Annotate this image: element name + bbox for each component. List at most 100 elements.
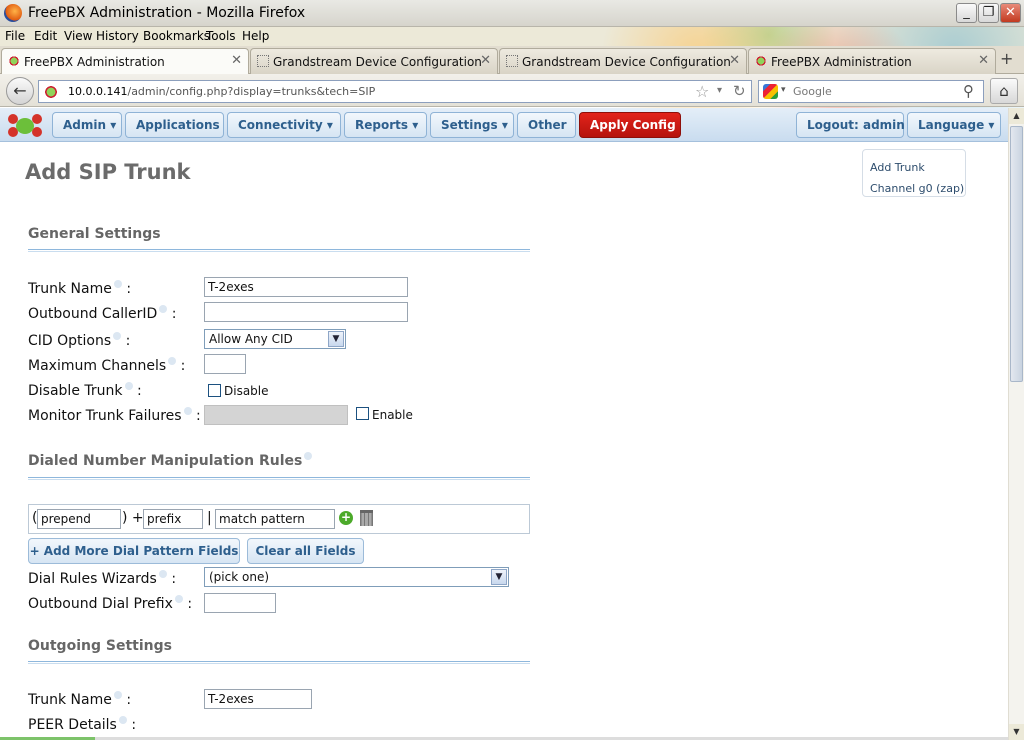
maximize-button[interactable]: ❐	[978, 3, 999, 23]
enable-checkbox-label[interactable]: Enable	[372, 408, 413, 422]
outbound-callerid-input[interactable]	[204, 302, 408, 322]
scroll-up-icon[interactable]: ▲	[1009, 108, 1024, 124]
menu-bar: File Edit View History Bookmarks Tools H…	[0, 27, 1024, 46]
close-tab-icon[interactable]: ✕	[729, 53, 740, 68]
help-icon[interactable]	[183, 407, 192, 415]
search-icon[interactable]: ⚲	[963, 82, 974, 100]
clear-all-fields-button[interactable]: Clear all Fields	[247, 538, 364, 564]
menu-file[interactable]: File	[5, 29, 25, 43]
dial-pattern-row: ( prepend ) + prefix | match pattern +	[28, 504, 530, 534]
monitor-trunk-failures-label: Monitor Trunk Failures :	[28, 407, 201, 424]
scroll-down-icon[interactable]: ▼	[1009, 724, 1024, 740]
help-icon[interactable]	[159, 305, 168, 313]
freepbx-favicon-icon	[8, 55, 20, 67]
help-icon[interactable]	[113, 691, 122, 699]
freepbx-navbar: Admin ▾ Applications Connectivity ▾ Repo…	[0, 108, 1008, 142]
nav-admin[interactable]: Admin ▾	[52, 112, 122, 138]
apply-config-button[interactable]: Apply Config	[579, 112, 681, 138]
enable-monitor-checkbox[interactable]	[356, 407, 369, 420]
help-icon[interactable]	[304, 452, 313, 460]
tab-freepbx-2[interactable]: FreePBX Administration ✕	[748, 48, 996, 74]
cid-options-select[interactable]: Allow Any CID ▼	[204, 329, 346, 349]
minimize-button[interactable]: _	[956, 3, 977, 23]
nav-other[interactable]: Other	[517, 112, 576, 138]
tab-freepbx-1[interactable]: FreePBX Administration ✕	[1, 48, 249, 75]
tab-grandstream-1[interactable]: Grandstream Device Configuration ✕	[250, 48, 498, 74]
trash-icon[interactable]	[360, 510, 373, 526]
nav-applications[interactable]: Applications	[125, 112, 224, 138]
menu-help[interactable]: Help	[242, 29, 269, 43]
search-box[interactable]: ▾ Google ⚲	[758, 80, 984, 103]
address-bar[interactable]: 10.0.0.141/admin/config.php?display=trun…	[38, 80, 752, 103]
disable-trunk-label: Disable Trunk :	[28, 382, 142, 399]
prepend-input[interactable]: prepend	[37, 509, 121, 529]
tab-grandstream-2[interactable]: Grandstream Device Configuration ✕	[499, 48, 747, 74]
sidebar-item-add-trunk[interactable]: Add Trunk	[870, 161, 925, 174]
trunk-name-label: Trunk Name :	[28, 280, 132, 297]
nav-reports[interactable]: Reports ▾	[344, 112, 427, 138]
nav-language[interactable]: Language ▾	[907, 112, 1001, 138]
add-row-icon[interactable]: +	[339, 511, 353, 525]
navigation-toolbar: ← 10.0.0.141/admin/config.php?display=tr…	[0, 74, 1024, 107]
peer-details-label: PEER Details :	[28, 716, 137, 733]
help-icon[interactable]	[113, 332, 122, 340]
match-pattern-input[interactable]: match pattern	[215, 509, 335, 529]
google-engine-icon[interactable]	[763, 84, 778, 99]
close-tab-icon[interactable]: ✕	[480, 53, 491, 68]
reload-icon[interactable]: ↻	[733, 82, 746, 100]
close-tab-icon[interactable]: ✕	[978, 53, 989, 68]
menu-bookmarks[interactable]: Bookmarks	[143, 29, 210, 43]
help-icon[interactable]	[158, 570, 167, 578]
bookmark-star-icon[interactable]: ☆	[695, 82, 709, 101]
menu-history[interactable]: History	[96, 29, 139, 43]
tab-bar: FreePBX Administration ✕ Grandstream Dev…	[0, 46, 1024, 75]
close-window-button[interactable]: ✕	[1000, 3, 1021, 23]
page-content: Add SIP Trunk Add Trunk Channel g0 (zap)…	[0, 143, 1008, 740]
freepbx-logo[interactable]	[6, 112, 44, 138]
nav-settings[interactable]: Settings ▾	[430, 112, 514, 138]
back-button[interactable]: ←	[6, 77, 34, 105]
page-scrollbar[interactable]: ▲ ▼	[1008, 108, 1024, 740]
logout-button[interactable]: Logout: admin	[796, 112, 905, 138]
disable-trunk-checkbox[interactable]	[208, 384, 221, 397]
outgoing-trunk-name-input[interactable]: T-2exes	[204, 689, 312, 709]
menu-tools[interactable]: Tools	[206, 29, 236, 43]
chevron-down-icon[interactable]: ▼	[491, 569, 507, 585]
disable-checkbox-label[interactable]: Disable	[224, 384, 269, 398]
help-icon[interactable]	[118, 716, 127, 724]
maximum-channels-input[interactable]	[204, 354, 246, 374]
prefix-input[interactable]: prefix	[143, 509, 203, 529]
blank-page-icon	[506, 55, 518, 67]
menu-view[interactable]: View	[64, 29, 92, 43]
outbound-dial-prefix-input[interactable]	[204, 593, 276, 613]
chevron-down-icon[interactable]: ▼	[328, 331, 344, 347]
url-dropdown-icon[interactable]: ▾	[717, 85, 722, 96]
dial-rules-wizards-select[interactable]: (pick one) ▼	[204, 567, 509, 587]
search-input[interactable]: Google	[793, 85, 832, 98]
add-more-dial-pattern-button[interactable]: + Add More Dial Pattern Fields	[28, 538, 240, 564]
outgoing-settings-heading: Outgoing Settings	[28, 638, 172, 654]
sidebar-item-channel-g0[interactable]: Channel g0 (zap)	[870, 182, 964, 195]
help-icon[interactable]	[113, 280, 122, 288]
close-tab-icon[interactable]: ✕	[231, 53, 242, 68]
outbound-callerid-label: Outbound CallerID :	[28, 305, 177, 322]
outbound-dial-prefix-label: Outbound Dial Prefix :	[28, 595, 193, 612]
blank-page-icon	[257, 55, 269, 67]
tab-label: Grandstream Device Configuration	[273, 55, 482, 69]
engine-dropdown-icon[interactable]: ▾	[781, 85, 786, 95]
firefox-icon	[4, 4, 22, 22]
menu-edit[interactable]: Edit	[34, 29, 57, 43]
new-tab-button[interactable]: +	[1000, 49, 1013, 68]
help-icon[interactable]	[174, 595, 183, 603]
nav-connectivity[interactable]: Connectivity ▾	[227, 112, 341, 138]
maximum-channels-label: Maximum Channels :	[28, 357, 186, 374]
pipe-separator: |	[207, 510, 212, 526]
help-icon[interactable]	[168, 357, 177, 365]
help-icon[interactable]	[124, 382, 133, 390]
trunk-name-input[interactable]: T-2exes	[204, 277, 408, 297]
scroll-thumb[interactable]	[1010, 126, 1023, 382]
site-identity-icon[interactable]	[43, 85, 59, 99]
url-text[interactable]: 10.0.0.141/admin/config.php?display=trun…	[68, 85, 375, 98]
home-button[interactable]: ⌂	[990, 78, 1018, 104]
section-divider	[28, 661, 530, 664]
